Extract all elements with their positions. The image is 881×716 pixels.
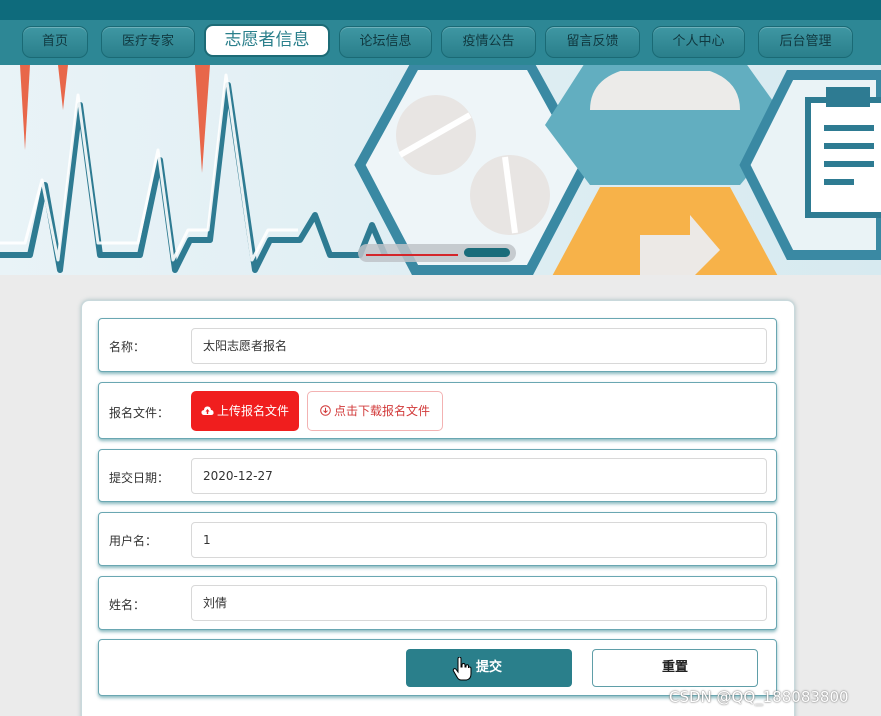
carousel-dot-1[interactable] (366, 254, 458, 256)
cloud-upload-icon (201, 406, 214, 415)
reset-button[interactable]: 重置 (592, 649, 758, 687)
upload-file-label: 上传报名文件 (216, 404, 289, 418)
date-input[interactable]: 2020-12-27 (191, 458, 767, 494)
csdn-watermark: CSDN @QQ_188083800 (669, 688, 849, 706)
form-row-realname: 姓名： 刘倩 (98, 576, 777, 630)
download-file-label: 点击下载报名文件 (333, 404, 430, 418)
nav-forum[interactable]: 论坛信息 (339, 26, 432, 58)
nav-personal-center[interactable]: 个人中心 (652, 26, 745, 58)
form-row-date: 提交日期： 2020-12-27 (98, 449, 777, 502)
form-row-file: 报名文件： 上传报名文件 点击下载报名文件 (98, 382, 777, 439)
file-label: 报名文件： (109, 406, 170, 420)
nav-admin[interactable]: 后台管理 (758, 26, 853, 58)
realname-label: 姓名： (109, 598, 146, 612)
form-row-name: 名称： 太阳志愿者报名 (98, 318, 777, 372)
hand-cursor-icon (452, 657, 472, 681)
realname-input[interactable]: 刘倩 (191, 585, 767, 621)
username-label: 用户名： (109, 534, 158, 548)
carousel-indicator[interactable] (358, 244, 516, 262)
nav-medical-experts[interactable]: 医疗专家 (101, 26, 195, 58)
nav-home[interactable]: 首页 (22, 26, 88, 58)
date-label: 提交日期： (109, 471, 170, 485)
nav-feedback[interactable]: 留言反馈 (545, 26, 640, 58)
form-row-username: 用户名： 1 (98, 512, 777, 566)
nav-volunteer-info[interactable]: 志愿者信息 (204, 24, 330, 57)
username-input[interactable]: 1 (191, 522, 767, 558)
nav-epidemic-notice[interactable]: 疫情公告 (441, 26, 536, 58)
name-label: 名称： (109, 340, 146, 354)
name-input[interactable]: 太阳志愿者报名 (191, 328, 767, 364)
submit-button[interactable]: 提交 (406, 649, 572, 687)
main-nav: 首页 医疗专家 志愿者信息 论坛信息 疫情公告 留言反馈 个人中心 后台管理 (0, 20, 881, 65)
download-file-button[interactable]: 点击下载报名文件 (307, 391, 443, 431)
download-circle-icon (320, 405, 331, 416)
carousel-dot-2-active[interactable] (464, 248, 510, 257)
top-strip (0, 0, 881, 20)
upload-file-button[interactable]: 上传报名文件 (191, 391, 299, 431)
